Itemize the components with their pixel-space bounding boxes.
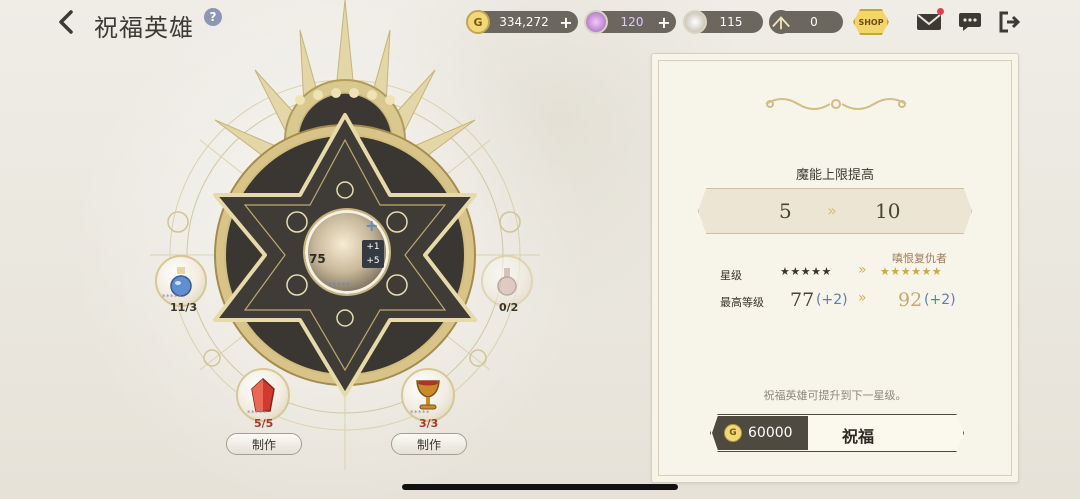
add-crystal-button[interactable]: +: [656, 13, 672, 32]
max-level-next: 92: [898, 289, 923, 311]
goblet-stars: *****: [410, 409, 430, 417]
max-level-next-bonus: (+2): [924, 292, 956, 308]
range-from: 5: [779, 199, 792, 223]
arrow-token-amount: 0: [810, 15, 818, 29]
notification-dot: [937, 8, 944, 15]
hero-bonus-top: +1: [366, 242, 380, 252]
potion-stars: *****: [162, 293, 182, 301]
goblet-count: 3/3: [419, 417, 439, 430]
chat-icon: [959, 13, 981, 31]
exit-button[interactable]: [997, 10, 1023, 34]
panel-border: [658, 60, 1012, 476]
arrow-token-currency: 0: [769, 10, 843, 34]
potion-count: 11/3: [170, 301, 197, 314]
upgrade-heading: 魔能上限提高: [795, 168, 874, 183]
goblet-icon: [416, 380, 440, 410]
hero-level: 75: [309, 252, 326, 266]
double-chevron-icon: »: [827, 201, 837, 220]
hero-bonus-bottom: +5: [366, 256, 380, 266]
ornament-icon: [765, 98, 907, 110]
stars-current: ★★★★★: [780, 265, 832, 278]
hero-stars: *****: [328, 281, 351, 290]
add-hero-plus-icon[interactable]: +: [365, 216, 378, 235]
flask-count: 0/2: [499, 301, 519, 314]
material-flask[interactable]: [481, 255, 533, 307]
mail-icon: [917, 14, 941, 30]
wing-icon: [769, 10, 793, 34]
max-level-current-bonus: (+2): [816, 292, 848, 308]
mail-button[interactable]: [916, 8, 944, 34]
exit-icon: [999, 11, 1021, 33]
shop-button[interactable]: SHOP: [853, 9, 889, 35]
craft-goblet-button[interactable]: 制作: [391, 433, 467, 455]
double-chevron-icon: »: [858, 262, 866, 278]
stamina-icon: [683, 10, 707, 34]
next-title: 嗔恨复仇者: [892, 252, 947, 265]
gold-coin-icon: G: [724, 424, 742, 442]
flask-icon: [497, 268, 517, 296]
stamina-amount: 115: [719, 15, 743, 29]
stars-next: ★★★★★★: [880, 265, 943, 278]
red-crystal-count: 5/5: [254, 417, 274, 430]
range-box: 5 » 10: [698, 188, 972, 234]
bless-info-panel: 魔能上限提高 5 » 10 星级 ★★★★★ » 嗔恨复仇者 ★★★★★★ 最高…: [651, 53, 1019, 483]
chat-button[interactable]: [957, 10, 983, 34]
bless-button-label[interactable]: 祝福: [842, 423, 874, 447]
range-to: 10: [875, 199, 901, 223]
home-indicator[interactable]: [402, 484, 678, 490]
bless-cost: 60000: [748, 425, 793, 441]
hint-text: 祝福英雄可提升到下一星级。: [763, 389, 907, 402]
max-level-label: 最高等级: [720, 296, 764, 309]
red-crystal-stars: *****: [247, 409, 267, 417]
star-label: 星级: [720, 269, 742, 282]
double-chevron-icon: »: [858, 290, 866, 306]
cost-box: G 60000: [712, 416, 808, 450]
stamina-currency: 115: [683, 10, 763, 34]
max-level-current: 77: [790, 289, 815, 311]
red-crystal-icon: [251, 378, 275, 412]
hero-bonus-badge: +1 +5: [362, 240, 384, 268]
craft-red-crystal-button[interactable]: 制作: [226, 433, 302, 455]
